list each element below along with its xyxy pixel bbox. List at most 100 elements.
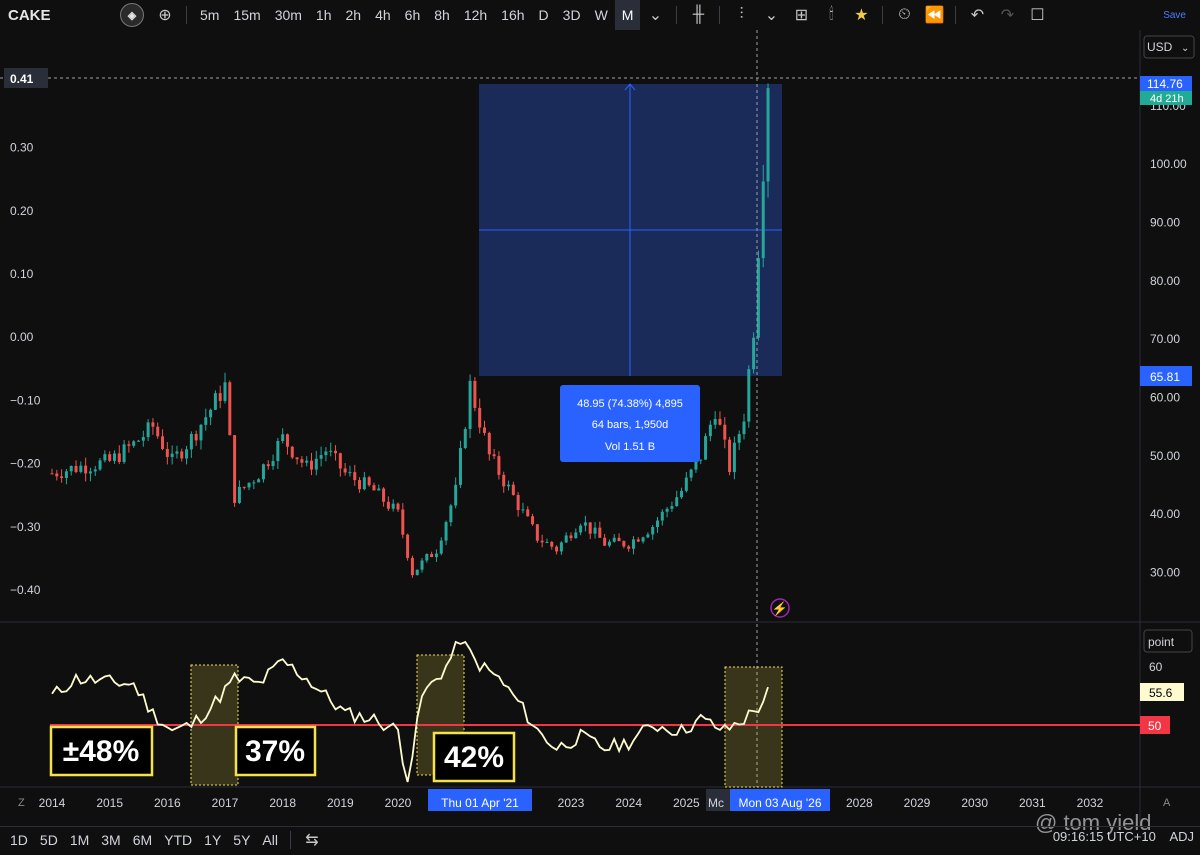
clock[interactable]: 09:16:15 UTC+10 [1053,829,1156,844]
candle-body [185,449,189,459]
save-area[interactable]: Save [1140,0,1200,30]
candle-body [276,440,280,462]
candle-body [60,476,64,478]
range-5y[interactable]: 5Y [227,832,256,848]
candle-body [612,537,616,542]
candle-body [574,532,578,539]
interval-group: 5m 15m 30m 1h 2h 4h 6h 8h 12h 16h D 3D W M [193,0,641,30]
candle-body [252,482,256,484]
price-tick-label: 90.00 [1150,215,1180,229]
crosshair-date-left: Thu 01 Apr '21 [441,796,519,810]
divider [186,6,187,24]
candle-body [64,471,68,478]
indicator-tick-60: 60 [1149,660,1163,674]
divider [882,6,884,24]
left-tick-label: 0.20 [10,204,34,218]
candle-body [492,454,496,457]
candle-body [593,527,597,534]
candle-body [55,473,59,477]
range-5d[interactable]: 5D [34,832,64,848]
candle-body [430,553,434,558]
candle-body [454,484,458,506]
interval-16h[interactable]: 16h [494,0,531,30]
add-symbol-icon[interactable]: ⊕ [150,0,180,30]
candle-body [535,524,539,541]
redo-icon[interactable]: ↷ [992,0,1022,30]
left-tick-label: −0.40 [10,583,41,597]
interval-8h[interactable]: 8h [427,0,457,30]
candle-body [84,465,88,474]
alert-icon[interactable]: 🕯 [816,0,846,30]
candle-body [516,494,520,511]
candle-body [151,422,155,427]
interval-m[interactable]: M [614,0,641,30]
candle-body [271,461,275,467]
candle-body [358,480,362,490]
interval-30m[interactable]: 30m [268,0,309,30]
price-tick-label: 40.00 [1150,507,1180,521]
time-tick-label: 2014 [39,796,66,810]
candle-body [242,486,246,488]
add-alert-icon[interactable]: ⏲ [889,0,919,30]
save-label[interactable]: Save [1163,10,1186,21]
highlight-box-2026 [724,666,783,788]
candle-body [689,469,693,478]
axis-z-button[interactable]: Z [18,797,25,809]
candle-body [295,457,299,460]
interval-w[interactable]: W [588,0,615,30]
candle-body [569,535,573,539]
interval-15m[interactable]: 15m [226,0,267,30]
chevron-down-icon[interactable]: ⌄ [756,0,786,30]
interval-6h[interactable]: 6h [398,0,428,30]
adj-toggle[interactable]: ADJ [1169,829,1194,844]
candle-body [353,472,357,481]
candle-body [194,433,198,441]
candle-body [156,426,160,437]
range-1m[interactable]: 1M [64,832,95,848]
price-chart[interactable]: 48.95 (74.38%) 4,895 64 bars, 1,950d Vol… [0,30,1200,826]
candle-body [660,511,664,521]
interval-1h[interactable]: 1h [309,0,339,30]
range-1d[interactable]: 1D [4,832,34,848]
range-all[interactable]: All [256,832,284,848]
interval-5m[interactable]: 5m [193,0,226,30]
undo-icon[interactable]: ↶ [962,0,992,30]
symbol-search[interactable]: CAKE ◈ [0,0,150,30]
candle-body [382,488,386,502]
candle-body [300,459,304,463]
interval-d[interactable]: D [532,0,556,30]
range-ytd[interactable]: YTD [158,832,198,848]
checkbox-icon[interactable]: ☐ [1022,0,1052,30]
axis-auto-button[interactable]: A [1163,797,1171,809]
favorite-star-icon[interactable]: ★ [846,0,876,30]
candle-body [137,440,140,442]
candle-body [665,508,669,512]
interval-4h[interactable]: 4h [368,0,398,30]
range-6m[interactable]: 6M [127,832,158,848]
candle-body [646,534,650,538]
candle-body [285,434,289,447]
candle-body [564,535,568,543]
replay-icon[interactable]: ⏪ [919,0,949,30]
candle-body [314,458,318,470]
candle-body [180,451,184,459]
candle-body [468,380,472,429]
range-1y[interactable]: 1Y [198,832,227,848]
indicators-icon[interactable]: ⫶ [726,0,756,30]
interval-2h[interactable]: 2h [339,0,369,30]
range-3m[interactable]: 3M [95,832,126,848]
candle-body [103,454,107,461]
current-price-label: 114.76 [1147,77,1183,91]
candle-body [540,540,544,543]
chevron-down-icon[interactable]: ⌄ [640,0,670,30]
date-range-icon[interactable]: ⇆ [297,825,327,855]
candle-body [603,537,607,546]
interval-12h[interactable]: 12h [457,0,494,30]
annotation-text-1: ±48% [63,735,140,768]
candle-body [752,337,756,370]
candle-type-icon[interactable]: ╫ [683,0,713,30]
indicator-current-label: 55.6 [1149,686,1173,700]
candle-body [415,569,419,576]
interval-3d[interactable]: 3D [556,0,588,30]
layout-grid-icon[interactable]: ⊞ [786,0,816,30]
